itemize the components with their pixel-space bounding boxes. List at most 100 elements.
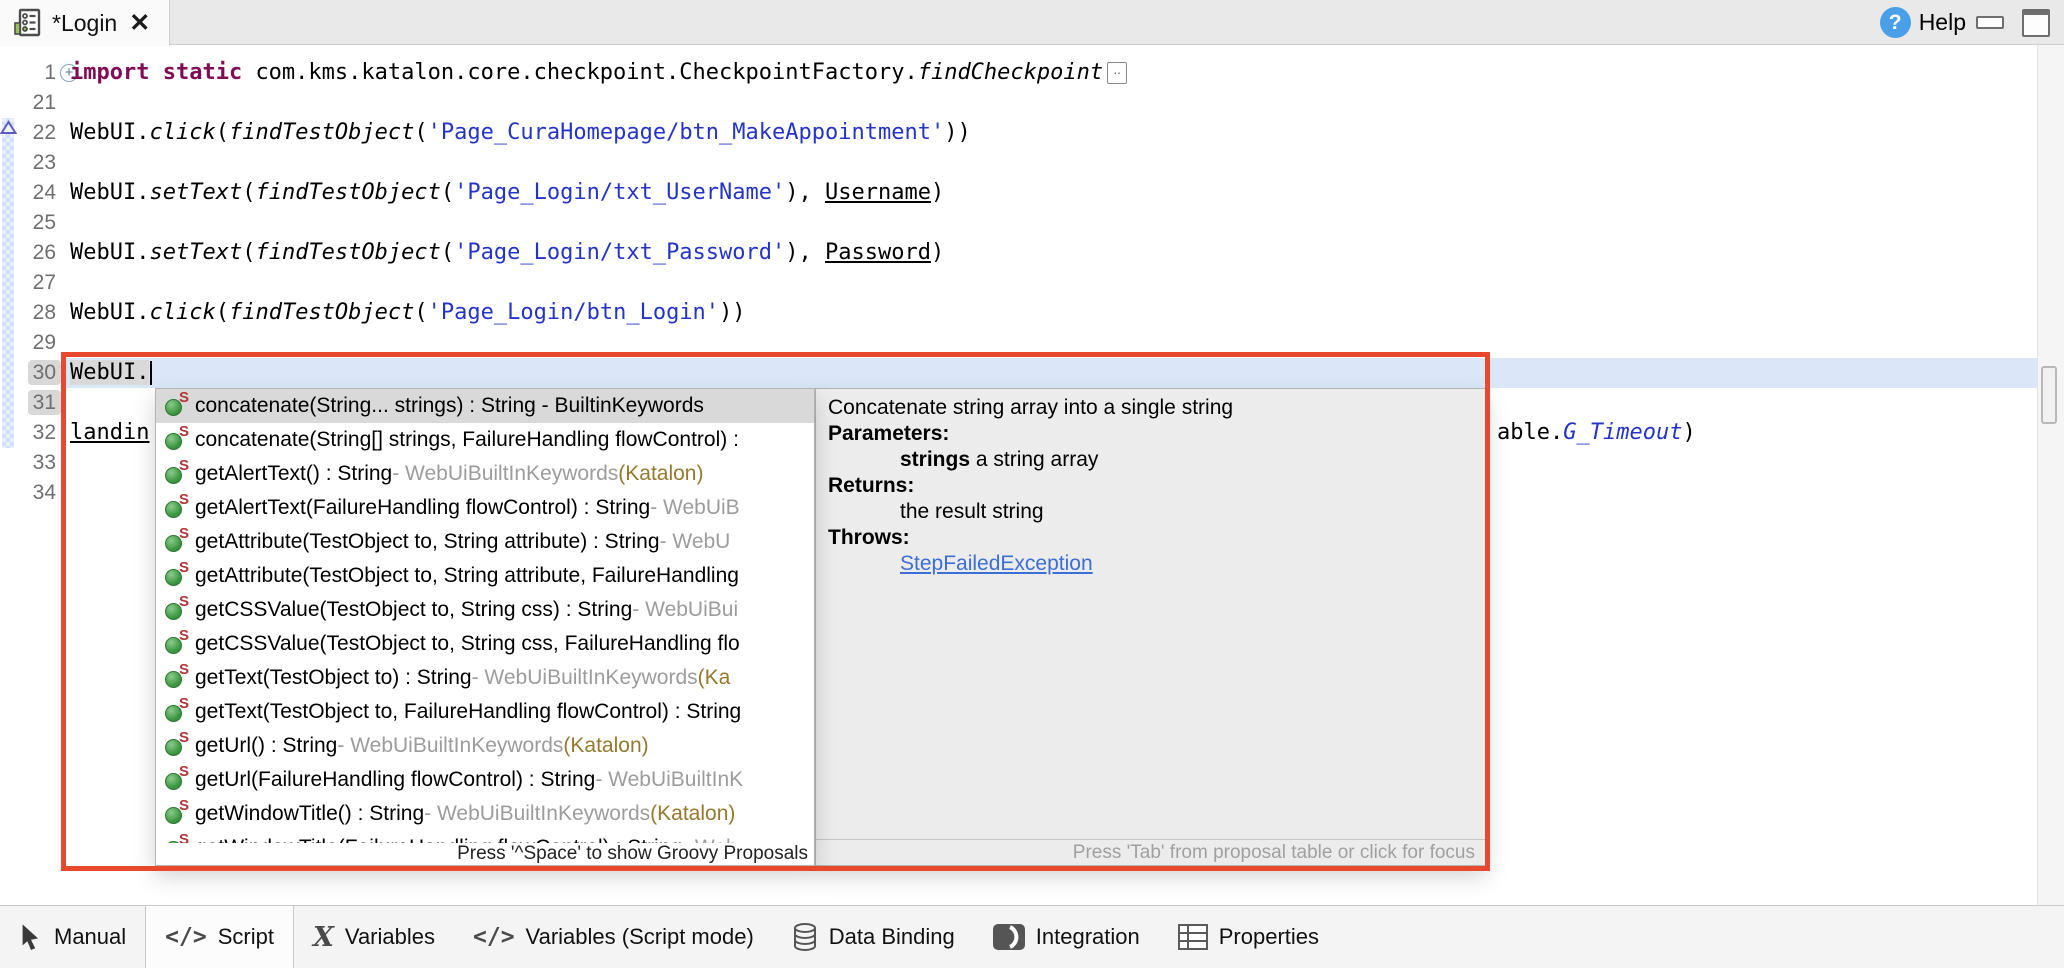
code-line-29[interactable]: 29 bbox=[0, 328, 2037, 358]
doc-throws-link[interactable]: StepFailedException bbox=[900, 552, 1093, 575]
view-tab-integration[interactable]: Integration bbox=[974, 906, 1159, 968]
maximize-icon[interactable] bbox=[2022, 9, 2050, 37]
view-tab-variables-script-mode[interactable]: </> Variables (Script mode) bbox=[454, 906, 773, 968]
proposal-item[interactable]: getWindowTitle(FailureHandling flowContr… bbox=[156, 831, 814, 843]
code-icon: </> bbox=[165, 924, 207, 950]
proposal-item[interactable]: getAttribute(TestObject to, String attri… bbox=[156, 559, 814, 593]
proposal-declaring-class: - WebUiBuiltInKeywords bbox=[337, 734, 563, 758]
view-tab-label: Data Binding bbox=[829, 924, 955, 950]
current-line-highlight bbox=[64, 358, 2037, 388]
line-number: 24 bbox=[0, 178, 56, 208]
tab-close-icon[interactable]: ✕ bbox=[129, 11, 150, 36]
static-method-icon bbox=[165, 569, 182, 586]
proposal-signature: getAlertText() : String bbox=[195, 462, 392, 486]
text-caret bbox=[150, 361, 152, 385]
proposal-declaring-class: - WebUiBuiltInKeywords bbox=[424, 802, 650, 826]
integration-icon bbox=[993, 924, 1025, 950]
code-segment-pl: ) bbox=[931, 240, 944, 265]
proposal-declaring-class: - Web bbox=[682, 836, 738, 843]
code-line-28[interactable]: 28WebUI.click(findTestObject('Page_Login… bbox=[0, 298, 2037, 328]
code-segment-str: 'Page_CuraHomepage/btn_MakeAppointment' bbox=[428, 120, 945, 145]
static-method-icon bbox=[165, 739, 182, 756]
code-segment-pl: )) bbox=[719, 300, 746, 325]
view-tab-variables[interactable]: XVariables bbox=[294, 906, 454, 968]
proposal-signature: concatenate(String... strings) : String … bbox=[195, 394, 704, 418]
proposal-list-hint: Press '^Space' to show Groovy Proposals bbox=[156, 843, 808, 865]
line-number: 25 bbox=[0, 208, 56, 238]
proposal-signature: getAttribute(TestObject to, String attri… bbox=[195, 530, 660, 554]
proposal-declaring-class: - WebUiBuiltInKeywords bbox=[472, 666, 698, 690]
static-method-icon bbox=[165, 399, 182, 416]
code-segment-pl: ( bbox=[216, 300, 229, 325]
proposal-signature: getAttribute(TestObject to, String attri… bbox=[195, 564, 739, 588]
view-tab-label: Variables (Script mode) bbox=[526, 924, 754, 950]
code-line-23[interactable]: 23 bbox=[0, 148, 2037, 178]
code-segment-str: 'Page_Login/txt_UserName' bbox=[454, 180, 785, 205]
doc-returns-label: Returns: bbox=[828, 473, 1473, 499]
code-segment-pl: ( bbox=[242, 180, 255, 205]
proposal-item[interactable]: getUrl() : String - WebUiBuiltInKeywords… bbox=[156, 729, 814, 763]
code-segment-m: click bbox=[149, 300, 215, 325]
tab-login[interactable]: *Login ✕ bbox=[0, 0, 170, 46]
static-method-icon bbox=[165, 671, 182, 688]
view-tab-script[interactable]: </>Script bbox=[145, 906, 294, 968]
view-tab-label: Properties bbox=[1219, 924, 1319, 950]
static-method-icon bbox=[165, 433, 182, 450]
proposal-item[interactable]: getUrl(FailureHandling flowControl) : St… bbox=[156, 763, 814, 797]
proposal-item[interactable]: getCSSValue(TestObject to, String css) :… bbox=[156, 593, 814, 627]
proposal-declaring-class: - WebUiBuiltInKeywords bbox=[392, 462, 618, 486]
scrollbar-track[interactable] bbox=[2037, 45, 2064, 905]
code-segment-pl: ) bbox=[1682, 420, 1695, 445]
line-number: 1 bbox=[0, 58, 56, 88]
proposal-list[interactable]: concatenate(String... strings) : String … bbox=[156, 389, 814, 843]
code-line-22[interactable]: 22WebUI.click(findTestObject('Page_CuraH… bbox=[0, 118, 2037, 148]
cursor-icon bbox=[19, 923, 43, 951]
proposal-item[interactable]: getText(TestObject to, FailureHandling f… bbox=[156, 695, 814, 729]
proposal-item[interactable]: getWindowTitle() : String - WebUiBuiltIn… bbox=[156, 797, 814, 831]
code-segment-str: 'Page_Login/btn_Login' bbox=[428, 300, 719, 325]
line-number: 32 bbox=[0, 418, 56, 448]
code-segment-pl: ( bbox=[242, 240, 255, 265]
proposal-item[interactable]: getAlertText(FailureHandling flowControl… bbox=[156, 491, 814, 525]
proposal-item[interactable]: getAlertText() : String - WebUiBuiltInKe… bbox=[156, 457, 814, 491]
scrollbar-handle[interactable] bbox=[2041, 366, 2057, 424]
code-line-24[interactable]: 24WebUI.setText(findTestObject('Page_Log… bbox=[0, 178, 2037, 208]
code-line-1[interactable]: 1+import static com.kms.katalon.core.che… bbox=[0, 58, 2037, 88]
code-line-26[interactable]: 26WebUI.setText(findTestObject('Page_Log… bbox=[0, 238, 2037, 268]
tab-title: *Login bbox=[52, 10, 117, 37]
code-segment-m: click bbox=[149, 120, 215, 145]
proposal-origin: (Katalon) bbox=[563, 734, 648, 758]
content-assist-popup[interactable]: concatenate(String... strings) : String … bbox=[155, 388, 815, 866]
doc-parameter-desc: a string array bbox=[970, 448, 1098, 471]
test-case-icon bbox=[12, 7, 44, 39]
view-tab-manual[interactable]: Manual bbox=[0, 906, 145, 968]
code-line-21[interactable]: 21 bbox=[0, 88, 2037, 118]
doc-returns-desc: the result string bbox=[828, 499, 1473, 525]
view-tab-properties[interactable]: Properties bbox=[1159, 906, 1338, 968]
view-tab-data-binding[interactable]: Data Binding bbox=[773, 906, 974, 968]
proposal-item[interactable]: getAttribute(TestObject to, String attri… bbox=[156, 525, 814, 559]
proposal-signature: concatenate(String[] strings, FailureHan… bbox=[195, 428, 739, 452]
line-number: 30 bbox=[0, 358, 56, 388]
proposal-item[interactable]: concatenate(String[] strings, FailureHan… bbox=[156, 423, 814, 457]
static-method-icon bbox=[165, 807, 182, 824]
static-method-icon bbox=[165, 535, 182, 552]
code-segment-foldbox: ‥ bbox=[1107, 62, 1127, 84]
code-line-25[interactable]: 25 bbox=[0, 208, 2037, 238]
line-number: 28 bbox=[0, 298, 56, 328]
proposal-item[interactable]: getText(TestObject to) : String - WebUiB… bbox=[156, 661, 814, 695]
minimize-icon[interactable] bbox=[1976, 16, 2004, 29]
code-line-30[interactable]: 30WebUI. bbox=[0, 358, 2037, 388]
help-icon: ? bbox=[1880, 7, 1911, 38]
proposal-item[interactable]: getCSSValue(TestObject to, String css, F… bbox=[156, 627, 814, 661]
code-segment-pl: WebUI. bbox=[70, 300, 149, 325]
proposal-signature: getWindowTitle() : String bbox=[195, 802, 424, 826]
code-line-27[interactable]: 27 bbox=[0, 268, 2037, 298]
proposal-signature: getUrl(FailureHandling flowControl) : St… bbox=[195, 768, 595, 792]
code-segment-str: 'Page_Login/txt_Password' bbox=[454, 240, 785, 265]
code-segment-pl: able. bbox=[1497, 420, 1563, 445]
proposal-declaring-class: - WebU bbox=[660, 530, 731, 554]
code-icon: </> bbox=[473, 924, 515, 950]
proposal-item[interactable]: concatenate(String... strings) : String … bbox=[156, 389, 814, 423]
help-button[interactable]: ? Help bbox=[1880, 0, 1966, 45]
